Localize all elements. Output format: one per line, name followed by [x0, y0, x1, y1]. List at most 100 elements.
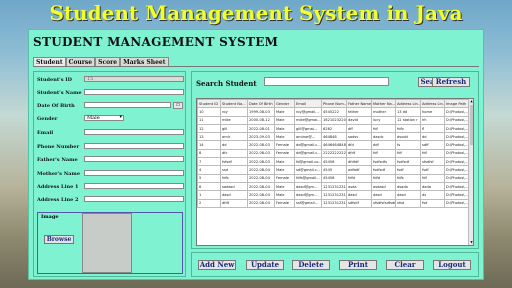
table-cell: fdf	[371, 123, 396, 134]
student-name-field[interactable]	[84, 89, 184, 95]
table-cell: 12	[197, 123, 221, 134]
table-cell: ssd	[220, 165, 248, 175]
table-cell: sfsdfsf	[420, 157, 445, 167]
table-row[interactable]: 6 sadasd 2022-08-04 Male dasd@gm... 123123123…	[197, 181, 470, 192]
table-cell: 6	[197, 181, 221, 192]
column-header[interactable]: Image Path	[444, 99, 470, 109]
scroll-up-icon[interactable]: ▲	[469, 99, 473, 104]
chevron-down-icon: ▾	[119, 114, 122, 120]
table-cell: 45456	[321, 157, 347, 167]
table-row[interactable]: 1 dasd 2022-08-04 Male dasd@gm... 1231231231 d…	[197, 190, 470, 200]
add-new-button[interactable]: Add New	[198, 260, 236, 270]
refresh-button[interactable]: Refresh	[432, 77, 470, 87]
table-cell: 4	[197, 165, 221, 175]
table-cell: gill@gmai...	[294, 123, 322, 134]
table-row[interactable]: 11 mike 2000-08-12 Male mike@gmai... 16210232…	[197, 115, 470, 125]
table-cell: home	[420, 107, 445, 117]
column-header[interactable]: Address Lin...	[420, 99, 445, 109]
table-cell: sfsdfsfsdfsdf	[371, 198, 396, 208]
table-cell: sadsv	[346, 132, 372, 142]
table-header-row: Student ID Student Na... Date Of Birth Gend…	[197, 99, 470, 109]
table-cell: dasd	[346, 190, 372, 200]
table-cell: fdf	[371, 148, 396, 159]
table-cell: dada	[420, 181, 445, 192]
logout-button[interactable]: Logout	[433, 260, 471, 270]
column-header[interactable]: Father Name	[346, 99, 372, 109]
table-cell: ds	[420, 190, 445, 200]
calendar-icon[interactable]: ▭	[173, 102, 183, 109]
table-row[interactable]: 5 fdfs 2022-08-04 Female fdfs@gmail... 45456 f…	[197, 173, 470, 183]
dob-label: Date Of Birth	[37, 103, 75, 109]
gender-label: Gender	[37, 116, 58, 122]
table-cell: dasd@gm...	[294, 181, 322, 192]
table-row[interactable]: 8 dfc 2022-08-03 Female dd@gmail.c... 2222222…	[197, 148, 470, 159]
table-cell: 2022-08-04	[247, 173, 275, 183]
table-row[interactable]: 14 dd 2022-08-03 Female dd@gmail.c... 4646464…	[197, 140, 470, 150]
table-row[interactable]: 12 gill 2022-08-01 Male gill@gmai... 6262 dff f…	[197, 123, 470, 134]
table-cell: Male	[274, 181, 295, 192]
table-cell: D:\Photos\...	[444, 181, 470, 192]
table-cell: 12 station r	[395, 115, 421, 125]
table-cell: 1621023220	[321, 115, 347, 125]
browse-button[interactable]: Browse	[44, 235, 74, 244]
table-cell: fdfs@gmail...	[294, 173, 322, 183]
table-cell: D:\Photos\...	[444, 165, 470, 175]
column-header[interactable]: Date Of Birth	[247, 99, 275, 109]
table-cell: mike@gmai...	[294, 115, 322, 125]
table-row[interactable]: 7 fsfsdf 2022-08-03 Male fd@gmail.co... 45456…	[197, 157, 470, 167]
table-cell: 13	[197, 132, 221, 142]
column-header[interactable]: Email	[294, 99, 322, 109]
table-cell: D:\Photos\...	[444, 140, 470, 150]
email-field[interactable]	[84, 129, 184, 135]
table-cell: dd@gmail.c...	[294, 148, 322, 159]
dob-field[interactable]	[84, 102, 171, 108]
column-header[interactable]: Gender	[274, 99, 295, 109]
table-cell: mother	[371, 107, 396, 117]
column-header[interactable]: Phone Num...	[321, 99, 347, 109]
column-header[interactable]: Address Lin...	[395, 99, 421, 109]
address2-field[interactable]	[84, 196, 184, 202]
scrollbar-thumb[interactable]	[470, 105, 473, 145]
column-header[interactable]: Student Na...	[220, 99, 248, 109]
app-window: STUDENT MANAGEMENT SYSTEM Student Course…	[28, 29, 484, 280]
student-id-field: 15	[84, 76, 184, 82]
table-cell: Male	[274, 190, 295, 200]
table-cell: 2022-08-04	[247, 181, 275, 192]
phone-field[interactable]	[84, 143, 184, 149]
student-form-panel: Student's ID 15 Student's Name Date Of B…	[33, 71, 186, 277]
table-cell: dfdfdf	[346, 157, 372, 167]
table-cell: 2000-08-12	[247, 115, 275, 125]
address1-field[interactable]	[84, 183, 184, 189]
table-cell: sfsd	[395, 198, 421, 208]
gender-select[interactable]: Male ▾	[84, 115, 124, 121]
column-header[interactable]: Student ID	[197, 99, 221, 109]
table-cell: fdfs	[220, 173, 248, 183]
print-button[interactable]: Print	[339, 260, 377, 270]
mother-name-field[interactable]	[84, 170, 184, 176]
update-button[interactable]: Update	[246, 260, 284, 270]
table-cell: fdf	[420, 173, 445, 183]
mother-name-label: Mother's Name	[37, 171, 80, 177]
table-row[interactable]: 13 amir 2023-09-03 Male amirse@... 464848 sads…	[197, 132, 470, 142]
table-row[interactable]: 10 roy 1999-08-03 Male roy@gmail... 4545222 fa…	[197, 107, 470, 117]
delete-button[interactable]: Delete	[292, 260, 330, 270]
student-name-label: Student's Name	[37, 90, 82, 96]
table-cell: D:\Photos\...	[444, 148, 470, 159]
clear-button[interactable]: Clear	[386, 260, 424, 270]
table-cell: 2222222222	[321, 148, 347, 159]
table-scrollbar[interactable]: ▲ ▼	[468, 99, 473, 245]
table-cell: sdff	[420, 140, 445, 150]
table-cell: D:\Photos\...	[444, 107, 470, 117]
table-row[interactable]: 4 ssd 2022-08-04 Male sd@gmail.c... 4545 adfad…	[197, 165, 470, 175]
search-input[interactable]	[264, 77, 389, 86]
table-row[interactable]: 2 dfdf 2022-08-04 Female ssf@gmail... 1231231…	[197, 198, 470, 208]
table-cell: fl	[420, 123, 445, 134]
table-cell: dasd@gm...	[294, 190, 322, 200]
scroll-down-icon[interactable]: ▼	[469, 240, 473, 245]
table-cell: D:\Photos\...	[444, 132, 470, 142]
table-cell: fdfs	[395, 173, 421, 183]
column-header[interactable]: Mother Na...	[371, 99, 396, 109]
father-name-field[interactable]	[84, 156, 184, 162]
table-cell: 2022-08-03	[247, 157, 275, 167]
table-cell: dff	[346, 123, 372, 134]
